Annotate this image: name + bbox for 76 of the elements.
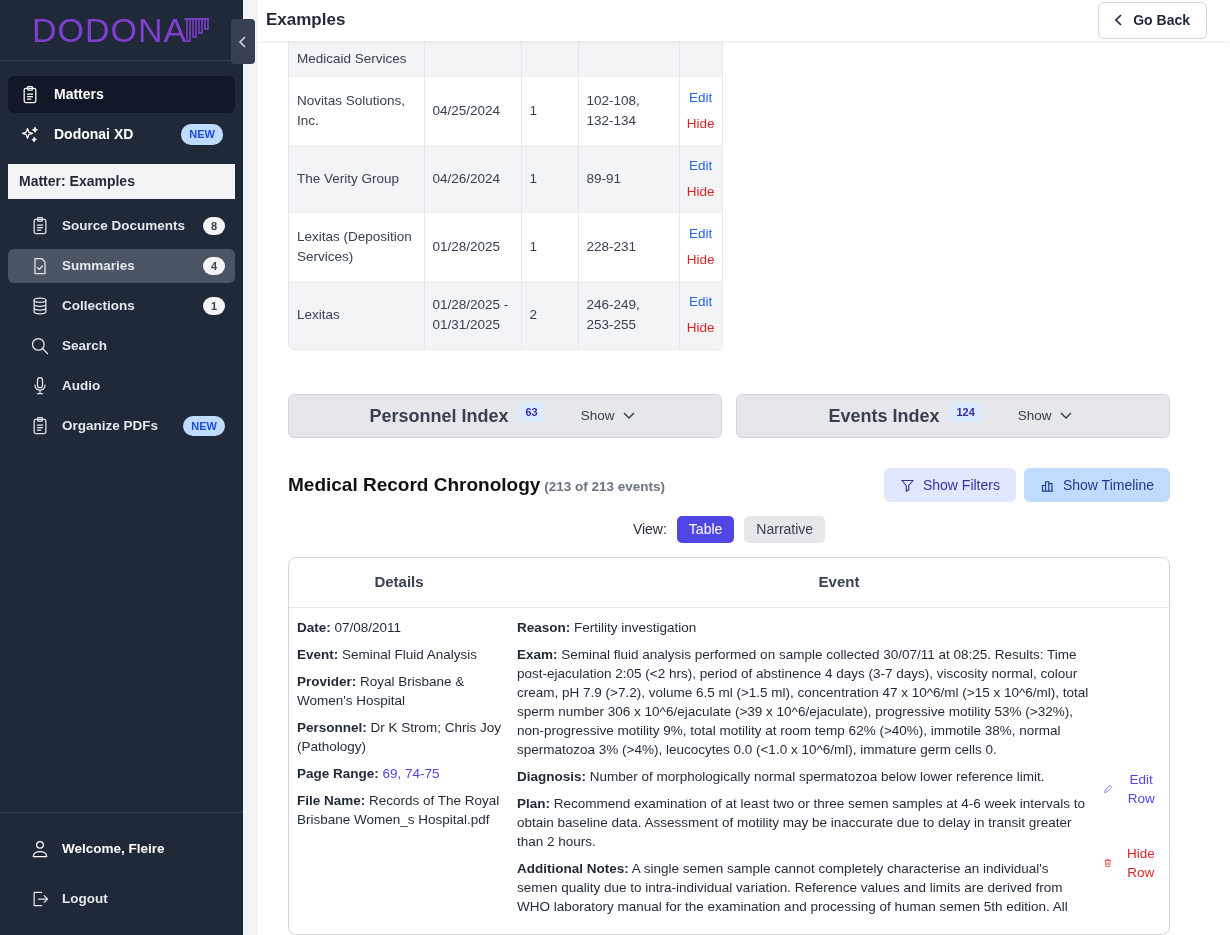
show-timeline-button[interactable]: Show Timeline: [1023, 468, 1170, 502]
sidebar-item[interactable]: Collections 1: [8, 289, 235, 323]
hide-link[interactable]: Hide: [683, 111, 718, 137]
sidebar-item[interactable]: Audio: [8, 369, 235, 403]
column-header: Details: [373, 572, 425, 593]
show-toggle[interactable]: Show: [574, 404, 641, 428]
event-paragraph: Reason: Fertility investigation: [517, 619, 698, 637]
table-cell: 04/26/2024: [424, 145, 521, 213]
column-header: Event: [817, 572, 861, 593]
welcome-text: Welcome, Fleire: [8, 827, 235, 871]
event-paragraph: Additional Notes: A single semen sample cannot completely characterise an individual's semen quality due to intra-individual variation. Reference values and limits are derived from WHO laboratory manual for the examination and processing of human semen 5th edition. All: [517, 860, 1069, 916]
new-badge: NEW: [183, 415, 225, 437]
table-cell: 89-91: [578, 145, 679, 213]
index-title: Personnel Index: [369, 404, 509, 428]
hide-link[interactable]: Hide: [683, 315, 718, 341]
chevron-down-icon: [1059, 412, 1072, 420]
view-label: View:: [632, 520, 667, 539]
pencil-icon: [1103, 782, 1114, 796]
go-back-button[interactable]: Go Back: [1098, 1, 1207, 39]
count-badge: 124: [949, 403, 982, 422]
table-cell: Lexitas: [289, 281, 424, 349]
table-cell: 01/28/2025 - 01/31/2025: [424, 281, 521, 349]
sparkles-icon: [20, 124, 40, 145]
logo-text: DODONA: [31, 13, 188, 47]
hide-link[interactable]: Hide: [683, 179, 718, 205]
event-paragraph: Diagnosis: Number of morphologically normal spermatozoa below lower reference limit.: [517, 768, 1046, 786]
table-cell: Medicaid Services: [289, 40, 424, 77]
show-toggle[interactable]: Show: [1011, 404, 1078, 428]
table-cell: 1: [521, 145, 578, 213]
show-filters-button[interactable]: Show Filters: [883, 468, 1016, 502]
detail-line: Event: Seminal Fluid Analysis: [297, 646, 479, 664]
trash-icon: [1103, 856, 1113, 870]
sidebar-item[interactable]: Source Documents 8: [8, 209, 235, 243]
event-paragraph: Plan: Recommend examination of at least two or three semen samples at 4-6 week intervals to obtain baseline data. Assessment of motility may be inaccurate due to delay in transit greater than 2 hours.: [517, 795, 1087, 851]
count-badge: 1: [203, 297, 225, 315]
detail-line: Provider: Royal Brisbane & Women's Hospital: [297, 673, 466, 710]
sidebar-item[interactable]: Summaries 4: [8, 249, 235, 283]
edit-link[interactable]: Edit: [683, 289, 718, 315]
view-tab[interactable]: Narrative: [744, 516, 826, 543]
index-title: Events Index: [828, 404, 940, 428]
detail-line: Page Range: 69, 74-75: [297, 765, 441, 783]
table-cell: 2: [521, 281, 578, 349]
detail-line: File Name: Records of The Royal Brisbane Women_s Hospital.pdf: [297, 792, 501, 829]
table-cell: 246-249, 253-255: [578, 281, 679, 349]
sidebar-item[interactable]: Organize PDFs NEW: [8, 409, 235, 443]
user-icon: [30, 839, 50, 859]
hide-row-button[interactable]: Hide Row: [1103, 844, 1161, 882]
view-tab[interactable]: Table: [676, 516, 735, 543]
event-paragraph: Exam: Seminal fluid analysis performed on sample collected 30/07/11 at 08:25. Results: Time post-ejaculation 2:05 (<2 hrs), period of abstinence 4 days (3-7 days), viscosity normal, colour cream, pH 7.9 (>7.2), volume 6.5 ml (>1.5 ml), concentration 47 x 10^6/ml (>15 x 10^6/ml), total sperm number 306 x 10^6/ejaculate (>39 x 10^6/ejaculate), progressive motility 53% (>32%), non-progressive motility 9%, total motility at room temp 62% (>40%), immotile 38%, normal spermatozoa 3% (>4%), leucocytes 0.0 (<1.0 x 10^6/ml), immature germ cells 0.: [517, 646, 1090, 759]
matter-heading: Matter: Examples: [8, 164, 235, 199]
chevron-left-icon: [1115, 14, 1124, 27]
count-badge: 8: [203, 217, 225, 235]
sidebar-item[interactable]: Search: [8, 329, 235, 363]
chevron-down-icon: [622, 412, 635, 420]
collapse-sidebar-button[interactable]: [231, 19, 255, 64]
page-range-link[interactable]: 69, 74-75: [382, 766, 440, 781]
sidebar-item[interactable]: Dodonai XD NEW: [8, 116, 235, 153]
detail-line: Date: 07/08/2011: [297, 619, 403, 637]
edit-row-button[interactable]: Edit Row: [1103, 770, 1161, 808]
table-cell: The Verity Group: [289, 145, 424, 213]
section-title: Medical Record Chronology: [288, 473, 541, 495]
event-count: (213 of 213 events): [544, 478, 665, 494]
edit-link[interactable]: Edit: [683, 153, 718, 179]
detail-line: Personnel: Dr K Strom; Chris Joy (Pathology): [297, 719, 503, 756]
search-icon: [30, 336, 50, 356]
sidebar-item[interactable]: Matters: [8, 76, 235, 113]
count-badge: 63: [518, 403, 545, 422]
page-title: Examples: [266, 10, 346, 31]
edit-link[interactable]: Edit: [683, 85, 718, 111]
chevron-left-icon: [238, 35, 248, 48]
filter-icon: [899, 477, 915, 493]
edit-link[interactable]: Edit: [683, 221, 718, 247]
new-badge: NEW: [181, 124, 223, 145]
count-badge: 4: [203, 257, 225, 275]
logout-link[interactable]: Logout: [8, 877, 235, 921]
hide-link[interactable]: Hide: [683, 247, 718, 273]
